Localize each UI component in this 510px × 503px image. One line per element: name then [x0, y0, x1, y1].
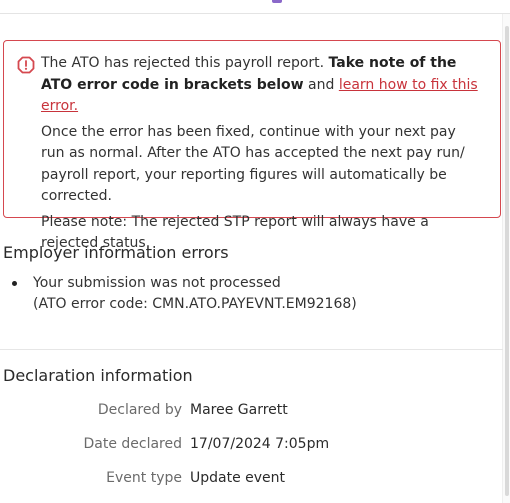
alert-text: The ATO has rejected this payroll report… — [41, 55, 329, 71]
bullet-icon — [12, 281, 17, 286]
employer-error-item: Your submission was not processed (ATO e… — [12, 273, 357, 315]
error-code: (ATO error code: CMN.ATO.PAYEVNT.EM92168… — [33, 296, 357, 312]
alert-text-joiner: and — [303, 76, 339, 93]
date-declared-label: Date declared — [83, 436, 182, 452]
employer-errors-heading: Employer information errors — [3, 243, 229, 262]
alert-octagon-icon — [17, 56, 35, 74]
error-alert: The ATO has rejected this payroll report… — [3, 40, 501, 251]
declaration-heading: Declaration information — [3, 366, 193, 385]
event-type-value: Update event — [190, 470, 286, 486]
declared-by-label: Declared by — [97, 402, 182, 418]
error-message: Your submission was not processed — [33, 275, 281, 291]
alert-message: The ATO has rejected this payroll report… — [41, 53, 481, 255]
event-type-label: Event type — [106, 470, 182, 486]
alert-paragraph-2: Once the error has been fixed, continue … — [41, 123, 465, 205]
section-divider — [0, 349, 503, 350]
date-declared-value: 17/07/2024 7:05pm — [190, 436, 330, 452]
header-divider — [0, 13, 510, 14]
alert-paragraph-1: The ATO has rejected this payroll report… — [41, 53, 481, 118]
scrollbar-thumb[interactable] — [505, 26, 509, 496]
active-tab-indicator — [272, 0, 282, 3]
declared-by-value: Maree Garrett — [190, 402, 288, 418]
